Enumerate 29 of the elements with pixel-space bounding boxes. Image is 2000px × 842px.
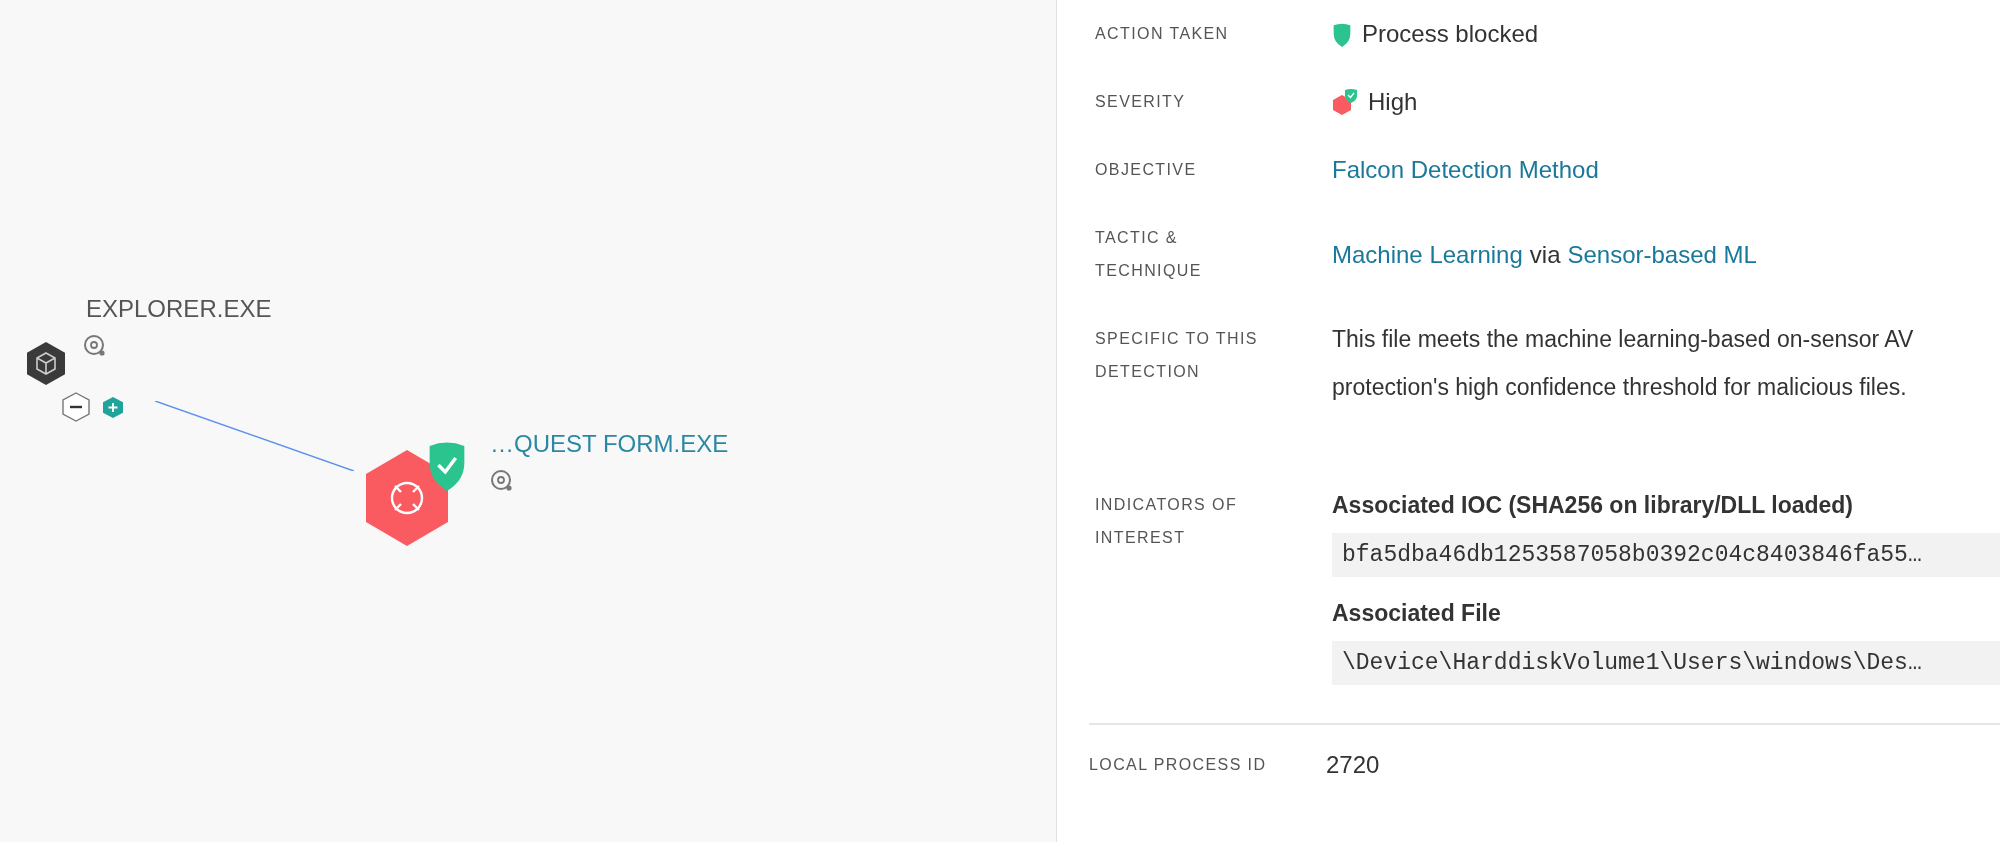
field-label: SPECIFIC TO THIS DETECTION <box>1095 329 1259 382</box>
action-value: Process blocked <box>1362 19 1539 49</box>
field-label: INDICATORS OF INTEREST <box>1095 495 1239 548</box>
link[interactable]: Machine Learning <box>1332 238 1523 271</box>
target-icon[interactable] <box>490 469 513 492</box>
description: This file meets the machine learning-based on-sensor AV protection's high confidence threshold for malicious files. <box>1332 325 1915 402</box>
process-label[interactable]: EXPLORER.EXE <box>86 295 272 323</box>
field-label: ACTION TAKEN <box>1095 24 1230 44</box>
link[interactable]: Sensor-based ML <box>1567 238 1757 271</box>
field-label: LOCAL PROCESS ID <box>1089 755 1268 775</box>
field-label: TACTIC & TECHNIQUE <box>1095 228 1203 281</box>
process-label[interactable]: …QUEST FORM.EXE <box>490 430 729 458</box>
shield-icon <box>1332 21 1352 47</box>
field-label: SEVERITY <box>1095 92 1187 112</box>
connector-text: via <box>1529 239 1561 270</box>
collapse-icon[interactable] <box>62 392 90 422</box>
expand-icon[interactable] <box>102 397 124 418</box>
link[interactable]: Falcon Detection Method <box>1332 154 1599 186</box>
indicator-value: bfa5dba46db1253587058b0392c04c8403846fa55… <box>1332 533 2000 577</box>
field-value: 2720 <box>1326 750 1381 780</box>
indicator-value: \Device\HarddiskVolume1\Users\windows\Des… <box>1332 641 2000 685</box>
indicator-title: Associated IOC (SHA256 on library/DLL loaded) <box>1332 491 1854 520</box>
field-label: OBJECTIVE <box>1095 160 1198 180</box>
indicator-title: Associated File <box>1332 599 1501 628</box>
detection-node-icon[interactable] <box>366 450 448 546</box>
severity-value: High <box>1368 87 1418 117</box>
target-icon[interactable] <box>83 334 106 357</box>
severity-icon <box>1332 88 1358 116</box>
cube-icon[interactable] <box>27 342 65 385</box>
